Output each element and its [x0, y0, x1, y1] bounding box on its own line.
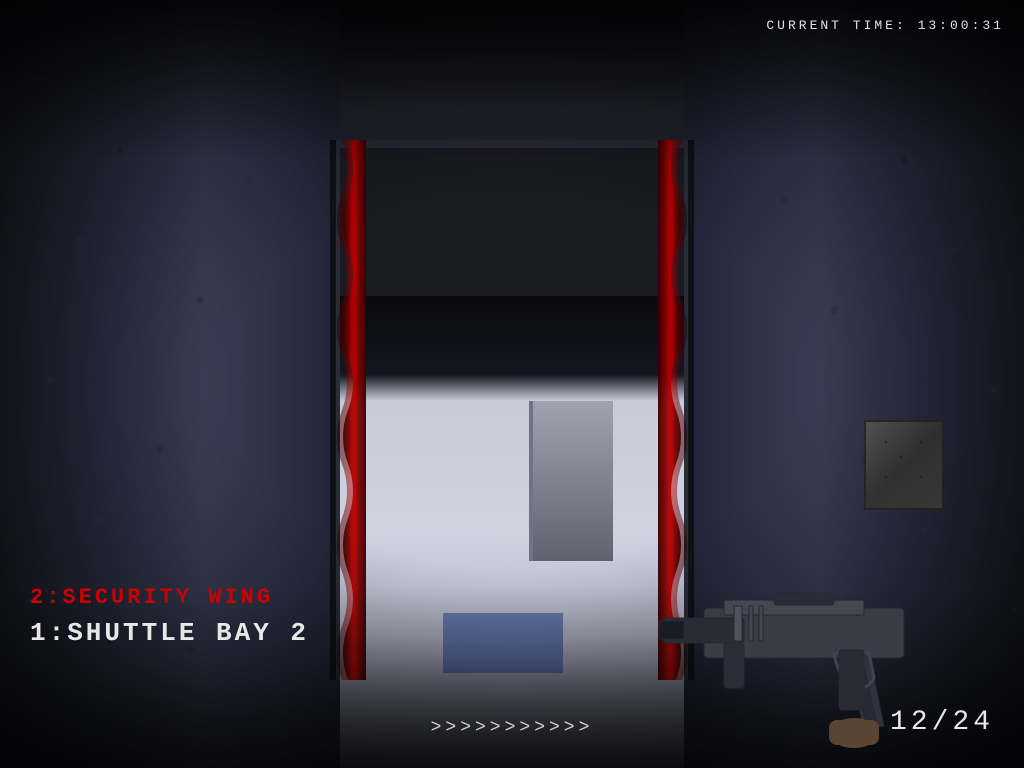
hud-location-display: 2:SECURITY WING 1:SHUTTLE BAY 2	[30, 585, 309, 648]
location-line1: 2:SECURITY WING	[30, 585, 309, 610]
location-line2: 1:SHUTTLE BAY 2	[30, 618, 309, 648]
hud-navigation-arrows: >>>>>>>>>>>	[431, 718, 594, 738]
game-viewport: CURRENT TIME: 13:00:31 2:SECURITY WING 1…	[0, 0, 1024, 768]
hud-time-text: CURRENT TIME: 13:00:31	[766, 18, 1004, 33]
hud-time-display: CURRENT TIME: 13:00:31	[766, 18, 1004, 33]
hud-counter: 12/24	[890, 707, 994, 738]
